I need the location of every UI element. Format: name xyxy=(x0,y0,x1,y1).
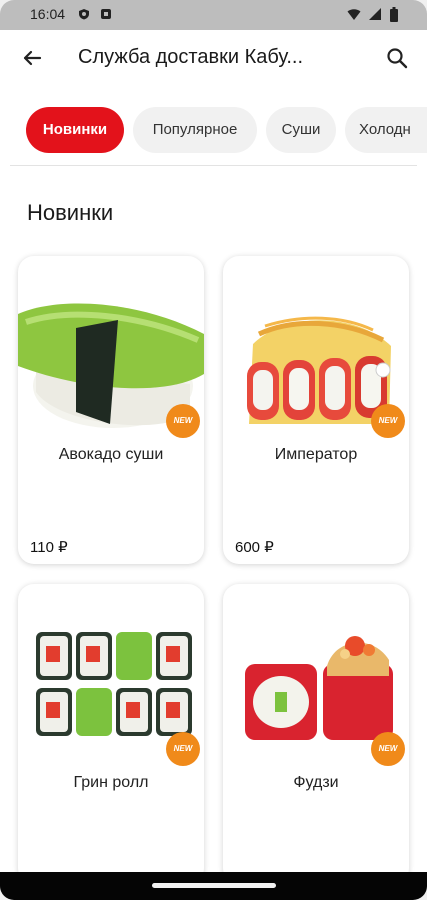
tab-popular[interactable]: Популярное xyxy=(133,107,257,153)
product-name: Император xyxy=(274,446,358,463)
app-bar: Служба доставки Кабу... xyxy=(0,30,427,86)
product-card-avocado-sushi[interactable]: NEW Авокадо суши 110 ₽ xyxy=(18,256,204,564)
status-bar: 16:04 xyxy=(0,0,427,30)
new-badge: NEW xyxy=(371,732,405,766)
product-price: 110 ₽ xyxy=(30,539,68,556)
tab-new[interactable]: Новинки xyxy=(26,107,124,153)
signal-icon xyxy=(369,8,381,20)
tabs-divider xyxy=(10,165,417,166)
tab-sushi[interactable]: Суши xyxy=(266,107,336,153)
section-title: Новинки xyxy=(27,200,114,225)
product-card-imperator[interactable]: NEW Император 600 ₽ xyxy=(223,256,409,564)
product-card-green-roll[interactable]: NEW Грин ролл xyxy=(18,584,204,884)
battery-icon xyxy=(390,7,398,22)
back-arrow-icon[interactable] xyxy=(18,44,46,72)
product-name: Авокадо суши xyxy=(58,446,164,463)
status-time: 16:04 xyxy=(30,6,66,22)
new-badge: NEW xyxy=(371,404,405,438)
product-price: 600 ₽ xyxy=(235,539,274,556)
notification-icon xyxy=(101,9,111,19)
phone-screen: 16:04 Служба доставки Кабу... Новинки По… xyxy=(0,0,427,900)
product-card-fuji[interactable]: NEW Фудзи xyxy=(223,584,409,884)
new-badge: NEW xyxy=(166,732,200,766)
page-title: Служба доставки Кабу... xyxy=(78,46,304,68)
tab-cold[interactable]: Холодн xyxy=(345,107,427,153)
wifi-icon xyxy=(347,9,361,20)
search-icon[interactable] xyxy=(383,44,411,72)
new-badge: NEW xyxy=(166,404,200,438)
category-tabs: Новинки Популярное Суши Холодн xyxy=(0,104,427,160)
home-gesture-handle[interactable] xyxy=(152,883,276,888)
product-name: Фудзи xyxy=(293,774,339,791)
shield-icon xyxy=(79,9,89,20)
product-name: Грин ролл xyxy=(73,774,149,791)
system-navigation-bar xyxy=(0,872,427,900)
